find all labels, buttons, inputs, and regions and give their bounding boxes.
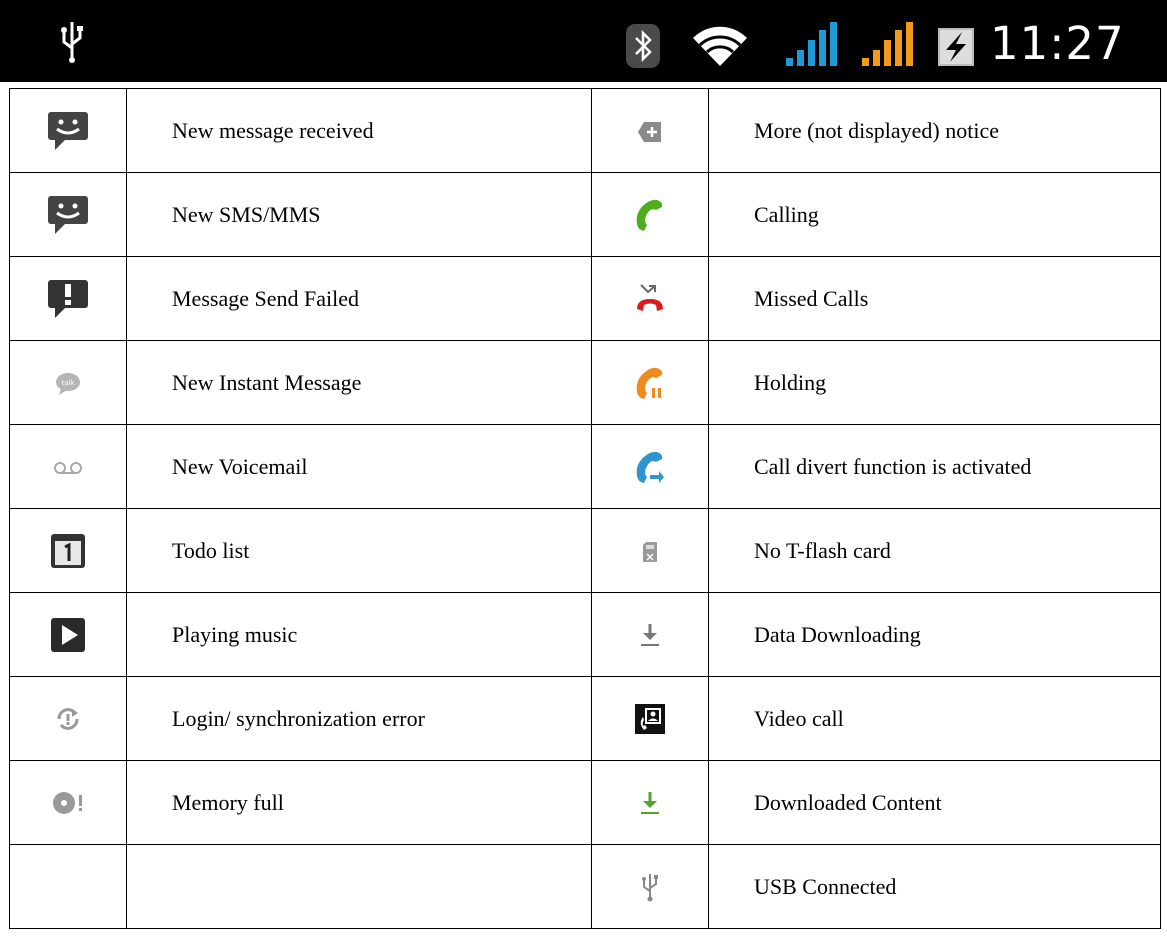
downloaded-icon bbox=[641, 792, 659, 815]
new-sms-mms-icon bbox=[48, 195, 88, 234]
icon-description: Call divert function is activated bbox=[708, 424, 1161, 509]
signal-sim1-icon bbox=[786, 22, 837, 66]
icon-description: Missed Calls bbox=[708, 256, 1161, 341]
icon-description: Todo list bbox=[126, 508, 592, 593]
new-message-icon bbox=[48, 111, 88, 150]
calendar-todo-icon bbox=[51, 533, 85, 568]
icon-description: New Voicemail bbox=[126, 424, 592, 509]
icon-description: Video call bbox=[708, 676, 1161, 761]
icon-description: Calling bbox=[708, 172, 1161, 257]
icon-description: Downloaded Content bbox=[708, 760, 1161, 845]
call-holding-icon bbox=[636, 367, 663, 399]
voicemail-icon bbox=[54, 462, 82, 475]
icon-description: Holding bbox=[708, 340, 1161, 425]
signal-sim2-icon bbox=[862, 22, 913, 66]
battery-charging-icon bbox=[938, 28, 974, 66]
empty-cell bbox=[9, 844, 127, 929]
bluetooth-icon bbox=[626, 24, 660, 68]
icon-description: Data Downloading bbox=[708, 592, 1161, 677]
icon-description: New SMS/MMS bbox=[126, 172, 592, 257]
table-row: talk New Instant Message Holding bbox=[9, 340, 1161, 425]
missed-call-icon bbox=[637, 283, 663, 311]
wifi-icon bbox=[693, 26, 747, 66]
table-row: USB Connected bbox=[9, 844, 1161, 929]
usb-icon bbox=[61, 22, 83, 63]
memory-full-icon bbox=[53, 792, 82, 815]
table-row: New message received More (not displayed… bbox=[9, 88, 1161, 173]
downloading-icon bbox=[641, 624, 659, 647]
icon-description: Playing music bbox=[126, 592, 592, 677]
icon-description: New message received bbox=[126, 88, 592, 173]
icon-description: Message Send Failed bbox=[126, 256, 592, 341]
icon-description: Login/ synchronization error bbox=[126, 676, 592, 761]
table-row: Message Send Failed Missed Calls bbox=[9, 256, 1161, 341]
svg-text:talk: talk bbox=[61, 379, 75, 387]
table-row: Memory full Downloaded Content bbox=[9, 760, 1161, 845]
icon-description bbox=[126, 844, 592, 929]
table-row: New SMS/MMS Calling bbox=[9, 172, 1161, 257]
notification-icon-table: New message received More (not displayed… bbox=[9, 88, 1161, 929]
play-music-icon bbox=[51, 617, 85, 652]
clock: 11:27 bbox=[990, 17, 1125, 70]
instant-message-icon: talk bbox=[56, 372, 80, 395]
no-sd-card-icon bbox=[643, 542, 657, 563]
table-row: Todo list No T-flash card bbox=[9, 508, 1161, 593]
table-row: New Voicemail Call divert function is ac… bbox=[9, 424, 1161, 509]
message-failed-icon bbox=[48, 279, 88, 318]
icon-description: No T-flash card bbox=[708, 508, 1161, 593]
icon-description: New Instant Message bbox=[126, 340, 592, 425]
icon-description: USB Connected bbox=[708, 844, 1161, 929]
table-row: Playing music Data Downloading bbox=[9, 592, 1161, 677]
video-call-icon bbox=[635, 703, 665, 734]
calling-icon bbox=[636, 199, 663, 231]
call-divert-icon bbox=[636, 451, 664, 483]
usb-connected-icon bbox=[642, 873, 658, 901]
table-row: Login/ synchronization error Video call bbox=[9, 676, 1161, 761]
icon-description: Memory full bbox=[126, 760, 592, 845]
status-bar: 11:27 bbox=[0, 0, 1167, 82]
icon-description: More (not displayed) notice bbox=[708, 88, 1161, 173]
sync-error-icon bbox=[57, 708, 79, 731]
more-notice-icon bbox=[638, 122, 661, 143]
